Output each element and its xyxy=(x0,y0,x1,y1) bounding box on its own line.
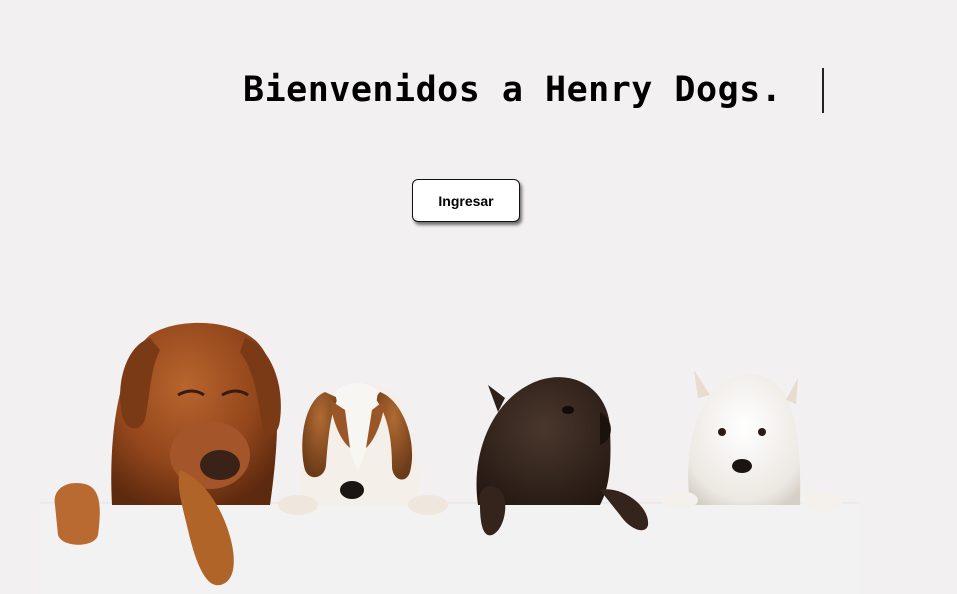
westie-dog xyxy=(662,370,842,512)
page-title: Bienvenidos a Henry Dogs. xyxy=(243,70,783,110)
typing-cursor xyxy=(822,68,824,113)
beagle-dog xyxy=(278,382,448,515)
enter-button[interactable]: Ingresar xyxy=(412,179,520,222)
dogs-illustration xyxy=(40,322,860,594)
board xyxy=(40,503,860,594)
